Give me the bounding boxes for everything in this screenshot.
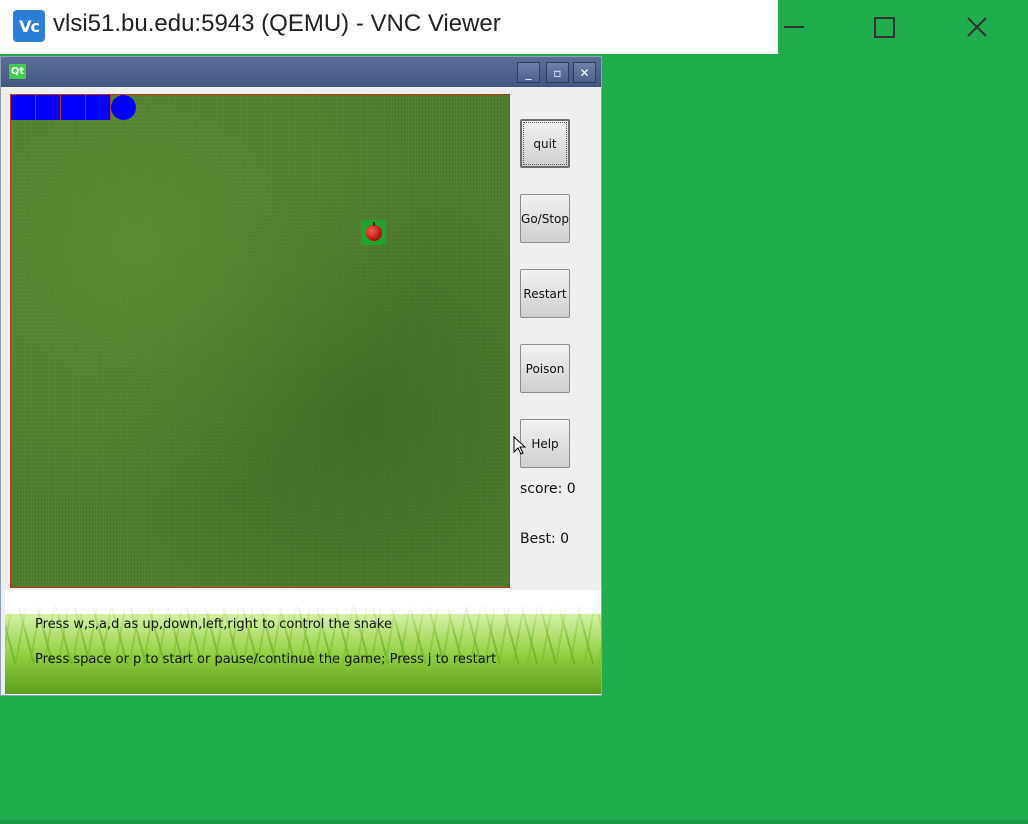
vnc-close-button[interactable] — [947, 0, 1007, 54]
best-score-label: Best: 0 — [520, 531, 570, 547]
minimize-icon — [784, 26, 804, 28]
qt-titlebar[interactable]: Qt _ ▫ ✕ — [1, 57, 601, 87]
qt-minimize-button[interactable]: _ — [517, 62, 540, 83]
mouse-cursor-icon — [513, 436, 527, 455]
snake-game-window: Qt _ ▫ ✕ quit Go/Stop Restart Poison Hel… — [0, 56, 602, 696]
maximize-icon — [873, 16, 895, 38]
qt-close-button[interactable]: ✕ — [573, 62, 596, 83]
vnc-maximize-button[interactable] — [854, 0, 914, 54]
qt-maximize-button[interactable]: ▫ — [546, 62, 569, 83]
desktop-bottom-edge — [0, 820, 1028, 824]
instruction-line-start: Press space or p to start or pause/conti… — [35, 652, 497, 667]
snake-body-segment — [36, 95, 61, 120]
restart-button[interactable]: Restart — [520, 269, 570, 318]
snake-body-segment — [11, 95, 36, 120]
go-stop-button[interactable]: Go/Stop — [520, 194, 570, 243]
vnc-logo-icon: Vc — [13, 10, 45, 42]
help-button[interactable]: Help — [520, 419, 570, 468]
instruction-line-controls: Press w,s,a,d as up,down,left,right to c… — [35, 617, 392, 632]
vnc-minimize-button[interactable] — [764, 0, 824, 54]
game-board[interactable] — [10, 94, 510, 588]
score-label: score: 0 — [520, 481, 576, 497]
qt-logo-icon: Qt — [9, 64, 26, 79]
close-icon — [967, 17, 987, 37]
snake-body-segment — [61, 95, 86, 120]
vnc-window-title: vlsi51.bu.edu:5943 (QEMU) - VNC Viewer — [53, 10, 501, 37]
snake-body-segment — [86, 95, 111, 120]
snake-head — [111, 95, 136, 120]
food-cell — [361, 220, 386, 245]
quit-button[interactable]: quit — [520, 119, 570, 168]
instructions-banner: Press w,s,a,d as up,down,left,right to c… — [5, 590, 601, 694]
poison-button[interactable]: Poison — [520, 344, 570, 393]
apple-icon — [365, 221, 382, 241]
vnc-titlebar: Vc vlsi51.bu.edu:5943 (QEMU) - VNC Viewe… — [0, 0, 1028, 54]
